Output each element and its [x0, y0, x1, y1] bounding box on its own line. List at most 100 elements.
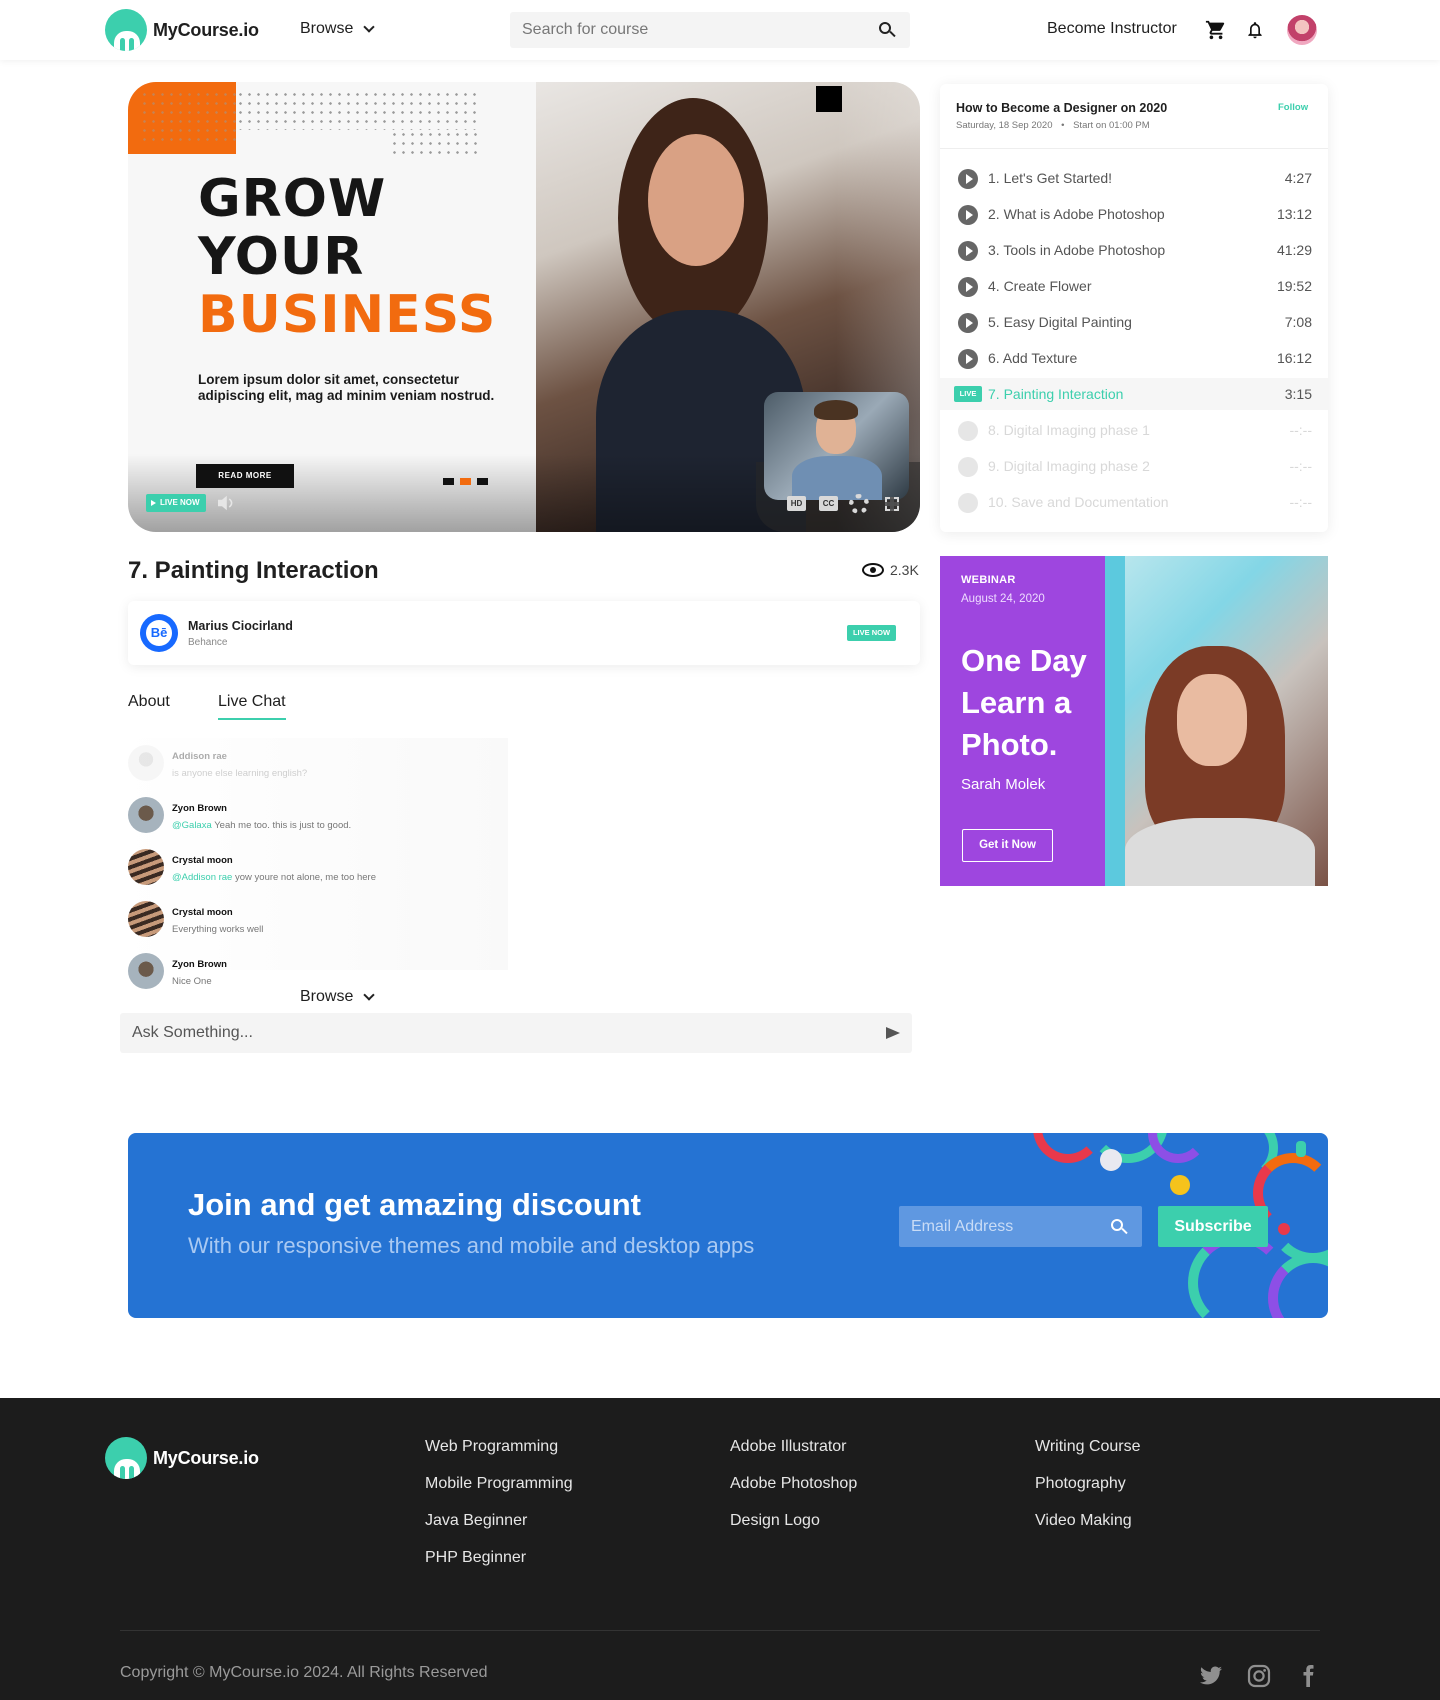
playlist-item[interactable]: 5. Easy Digital Painting 7:08 [940, 306, 1328, 338]
footer-link[interactable]: PHP Beginner [425, 1549, 526, 1567]
playlist-item-duration: --:-- [1289, 422, 1312, 438]
browse-dropdown[interactable]: Browse [300, 20, 376, 38]
slide-dot[interactable] [477, 478, 488, 485]
become-instructor-link[interactable]: Become Instructor [1047, 20, 1177, 38]
copyright-text: Copyright © MyCourse.io 2024. All Rights… [120, 1664, 488, 1681]
chat-author[interactable]: Addison rae [172, 751, 227, 762]
send-icon[interactable] [886, 1027, 900, 1039]
slide-headline-line-2: YOUR [198, 227, 365, 287]
chat-message: Addison rae is anyone else learning engl… [128, 745, 508, 785]
footer-link[interactable]: Adobe Photoshop [730, 1475, 857, 1493]
footer-logo[interactable]: MyCourse.io [105, 1437, 259, 1479]
footer-link[interactable]: Photography [1035, 1475, 1126, 1493]
brand-name: MyCourse.io [153, 19, 259, 40]
instructor-card[interactable]: Bē Marius Ciocirland Behance LIVE NOW [128, 601, 920, 665]
volume-icon[interactable] [216, 495, 236, 511]
dot-pattern [390, 130, 482, 154]
closed-captions-button[interactable]: CC [819, 496, 838, 511]
playlist-item-duration: --:-- [1289, 494, 1312, 510]
chat-input-bar [120, 1013, 912, 1053]
avatar[interactable] [128, 953, 164, 989]
chevron-down-icon [363, 989, 376, 1001]
playlist-item[interactable]: 6. Add Texture 16:12 [940, 342, 1328, 374]
decor-shape [1100, 1149, 1122, 1171]
read-more-button[interactable]: READ MORE [196, 464, 294, 488]
search-icon[interactable] [879, 22, 896, 38]
bell-icon[interactable] [1245, 19, 1265, 41]
get-it-now-button[interactable]: Get it Now [962, 829, 1053, 862]
playlist-item[interactable]: 4. Create Flower 19:52 [940, 270, 1328, 302]
live-now-badge[interactable]: LIVE NOW [146, 494, 206, 512]
twitter-icon[interactable] [1199, 1664, 1223, 1688]
follow-button[interactable]: Follow [1278, 102, 1308, 113]
webinar-kicker: WEBINAR [961, 574, 1016, 586]
ask-input[interactable] [120, 1013, 820, 1053]
footer-link[interactable]: Adobe Illustrator [730, 1438, 847, 1456]
chat-author[interactable]: Crystal moon [172, 855, 233, 866]
live-badge: LIVE [954, 386, 982, 402]
logo-mark-icon [105, 1437, 147, 1479]
footer-link[interactable]: Java Beginner [425, 1512, 527, 1530]
avatar[interactable] [128, 849, 164, 885]
chat-author[interactable]: Zyon Brown [172, 803, 227, 814]
chat-browse-dropdown[interactable]: Browse [300, 988, 376, 1006]
presenter-face [648, 134, 744, 266]
footer-link[interactable]: Design Logo [730, 1512, 820, 1530]
chat-text: Nice One [172, 976, 212, 987]
divider [940, 148, 1328, 149]
slide-dot-active[interactable] [460, 478, 471, 485]
chat-body: Yeah me too. this is just to good. [211, 820, 352, 831]
browse-label: Browse [300, 20, 354, 37]
instructor-name[interactable]: Marius Ciocirland [188, 619, 293, 633]
webcam-hair [814, 400, 858, 420]
footer-link[interactable]: Video Making [1035, 1512, 1132, 1530]
chevron-down-icon [363, 21, 376, 33]
dot-pattern [140, 90, 240, 146]
footer-link[interactable]: Web Programming [425, 1438, 558, 1456]
playlist-item-locked[interactable]: 10. Save and Documentation --:-- [940, 486, 1328, 518]
footer-link[interactable]: Writing Course [1035, 1438, 1141, 1456]
playlist-item[interactable]: 3. Tools in Adobe Photoshop 41:29 [940, 234, 1328, 266]
avatar[interactable] [128, 901, 164, 937]
decor-shape [1296, 1141, 1306, 1157]
slide-dot[interactable] [443, 478, 454, 485]
playlist-item[interactable]: 2. What is Adobe Photoshop 13:12 [940, 198, 1328, 230]
eye-icon [862, 563, 884, 577]
playlist-item-duration: --:-- [1289, 458, 1312, 474]
chat-mention[interactable]: @Addison rae [172, 872, 232, 883]
playlist-item-duration: 3:15 [1284, 386, 1312, 402]
subscribe-button[interactable]: Subscribe [1158, 1206, 1268, 1247]
playlist-item-label: 8. Digital Imaging phase 1 [988, 422, 1150, 438]
playlist-item-current[interactable]: LIVE 7. Painting Interaction 3:15 [940, 378, 1328, 410]
search-input[interactable] [510, 12, 850, 48]
chat-mention[interactable]: @Galaxa [172, 820, 212, 831]
playlist-item-label: 9. Digital Imaging phase 2 [988, 458, 1150, 474]
chat-author[interactable]: Zyon Brown [172, 959, 227, 970]
email-input[interactable] [899, 1206, 1099, 1247]
avatar[interactable] [128, 745, 164, 781]
logo[interactable]: MyCourse.io [105, 9, 259, 51]
instagram-icon[interactable] [1247, 1664, 1271, 1688]
chat-author[interactable]: Crystal moon [172, 907, 233, 918]
hd-quality-button[interactable]: HD [787, 496, 806, 511]
chat-text: Everything works well [172, 924, 263, 935]
playlist-item-duration: 13:12 [1276, 206, 1312, 222]
cart-icon[interactable] [1205, 19, 1227, 41]
chat-body: Everything works well [172, 924, 264, 935]
tab-about[interactable]: About [128, 693, 170, 711]
facebook-icon[interactable] [1296, 1664, 1320, 1688]
chat-message: Crystal moon Everything works well [128, 901, 508, 941]
playlist-item[interactable]: 1. Let's Get Started! 4:27 [940, 162, 1328, 194]
avatar[interactable] [128, 797, 164, 833]
search-icon[interactable] [1111, 1219, 1128, 1235]
playlist-item-locked[interactable]: 8. Digital Imaging phase 1 --:-- [940, 414, 1328, 446]
settings-gear-icon[interactable] [849, 494, 869, 514]
user-avatar[interactable] [1287, 15, 1317, 45]
video-player[interactable]: GROW YOUR BUSINESS Lorem ipsum dolor sit… [128, 82, 920, 532]
playlist-item-locked[interactable]: 9. Digital Imaging phase 2 --:-- [940, 450, 1328, 482]
instructor-webcam-pip[interactable] [764, 392, 909, 500]
fullscreen-icon[interactable] [885, 497, 899, 511]
clock-icon [958, 421, 978, 441]
tab-live-chat[interactable]: Live Chat [218, 693, 286, 720]
footer-link[interactable]: Mobile Programming [425, 1475, 573, 1493]
